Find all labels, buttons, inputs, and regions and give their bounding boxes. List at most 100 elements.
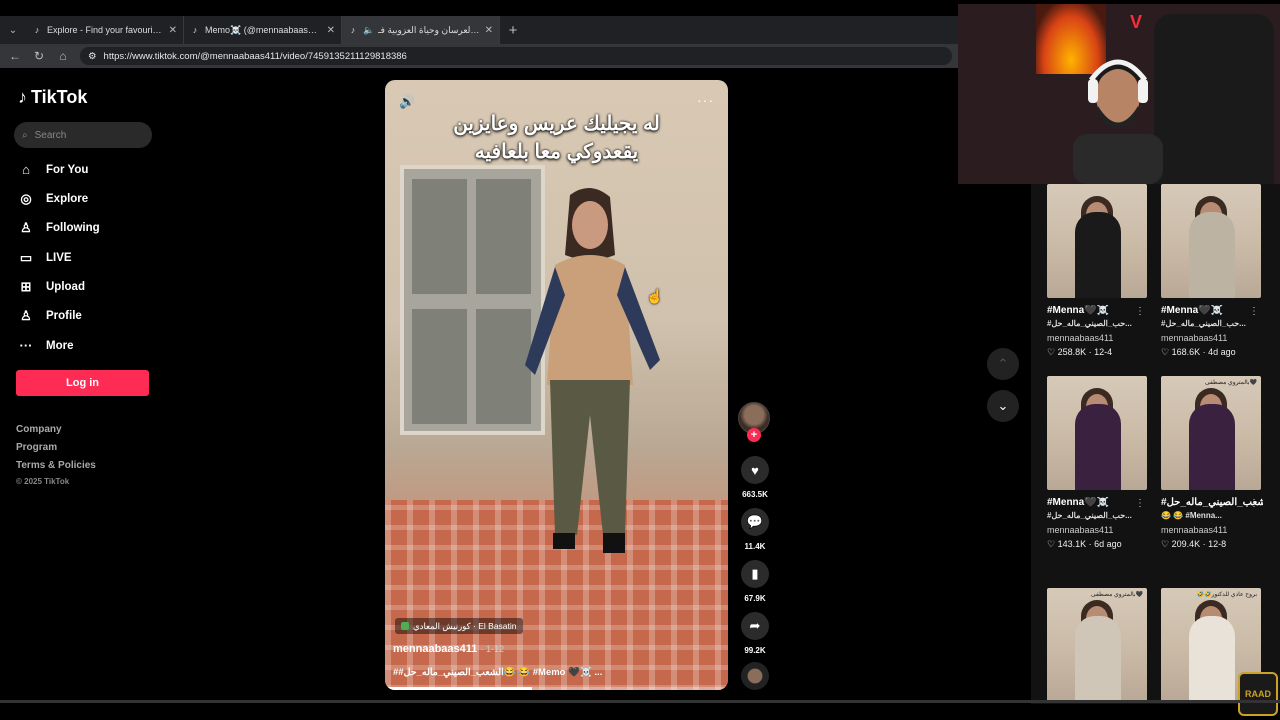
music-disc-icon bbox=[741, 662, 769, 690]
browser-tab-explore[interactable]: ♪ Explore - Find your favourite video ✕ bbox=[26, 16, 184, 44]
url-text: https://www.tiktok.com/@mennaabaas411/vi… bbox=[103, 50, 407, 62]
nav-label: For You bbox=[46, 163, 89, 176]
login-button[interactable]: Log in bbox=[16, 370, 149, 396]
nav-more[interactable]: ··· More bbox=[18, 338, 74, 353]
card-date: 4d ago bbox=[1208, 347, 1236, 357]
card-more-icon[interactable]: ⋮ bbox=[1135, 306, 1145, 317]
tab-title: Memo☠️ (@mennaabaas411) bbox=[205, 24, 322, 35]
card-author[interactable]: mennaabaas411 bbox=[1047, 525, 1149, 535]
video-thumbnail[interactable]: 🖤بالمتروي مصطفى bbox=[1161, 376, 1261, 490]
home-icon[interactable]: ⌂ bbox=[56, 49, 70, 63]
nav-label: More bbox=[46, 339, 74, 352]
video-thumbnail[interactable]: 🖤بالمتروي مصطفى bbox=[1047, 588, 1147, 702]
nav-explore[interactable]: ◎ Explore bbox=[18, 191, 88, 207]
card-subtitle: 😂 😂 #Menna... bbox=[1161, 511, 1222, 520]
progress-fill bbox=[385, 687, 533, 690]
speaker-icon[interactable]: 🔈 bbox=[363, 25, 374, 35]
card-likes: 168.6K bbox=[1171, 347, 1201, 357]
volume-icon[interactable]: 🔊 bbox=[399, 94, 415, 110]
footer-company-link[interactable]: Company bbox=[16, 424, 62, 435]
card-author[interactable]: mennaabaas411 bbox=[1047, 333, 1149, 343]
thumbnail-text: 🖤بالمتروي مصطفى bbox=[1204, 380, 1257, 386]
video-caption: له يجيليك عريس وعايزين يقعدوكي معا بلعاف… bbox=[453, 113, 660, 163]
card-title: #Menna🖤☠️ bbox=[1161, 305, 1224, 316]
close-icon[interactable]: ✕ bbox=[327, 25, 335, 36]
sidebar: ♪ TikTok ⌕ Search ⌂ For You ◎ Explore ♙ Fol… bbox=[0, 68, 170, 708]
follow-plus-icon[interactable]: + bbox=[747, 428, 761, 442]
nav-for-you[interactable]: ⌂ For You bbox=[18, 162, 88, 177]
related-video-card[interactable]: ⋮ #Menna🖤☠️ #حب_الصيني_ماله_حل... mennaabaa… bbox=[1161, 184, 1263, 358]
tiktok-icon: ♪ bbox=[192, 25, 198, 35]
location-pin-icon bbox=[401, 622, 409, 630]
video-person bbox=[525, 187, 660, 553]
search-placeholder: Search bbox=[34, 129, 67, 141]
comment-button[interactable]: 💬 11.4K bbox=[738, 508, 772, 551]
video-progress-bar[interactable] bbox=[385, 687, 728, 690]
video-thumbnail[interactable] bbox=[1047, 376, 1147, 490]
close-icon[interactable]: ✕ bbox=[169, 25, 177, 36]
card-title: #Menna🖤☠️ bbox=[1047, 497, 1110, 508]
card-subtitle: #حب_الصيني_ماله_حل... bbox=[1047, 511, 1132, 520]
nav-profile[interactable]: ♙ Profile bbox=[18, 308, 82, 324]
music-disc[interactable] bbox=[738, 662, 772, 690]
footer-terms-link[interactable]: Terms & Policies bbox=[16, 460, 96, 471]
back-icon[interactable]: ← bbox=[8, 49, 22, 63]
card-more-icon[interactable]: ⋮ bbox=[1249, 306, 1259, 317]
card-date: 12-8 bbox=[1208, 539, 1227, 549]
close-icon[interactable]: ✕ bbox=[485, 25, 493, 36]
location-tag[interactable]: كورنيش المعادي · El Basatin bbox=[395, 618, 523, 634]
video-thumbnail[interactable] bbox=[1161, 184, 1261, 298]
card-author[interactable]: mennaabaas411 bbox=[1161, 525, 1263, 535]
card-more-icon[interactable]: ⋮ bbox=[1135, 498, 1145, 509]
streamer-image bbox=[1073, 59, 1163, 184]
tiktok-icon: ♪ bbox=[350, 25, 356, 35]
related-video-card[interactable]: 🖤بالمتروي مصطفى bbox=[1047, 588, 1149, 702]
separator: · bbox=[1086, 539, 1095, 549]
browser-tab-profile[interactable]: ♪ Memo☠️ (@mennaabaas411) ✕ bbox=[184, 16, 342, 44]
url-field[interactable]: ⚙ https://www.tiktok.com/@mennaabaas411/… bbox=[80, 47, 952, 65]
nav-upload[interactable]: ⊞ Upload bbox=[18, 279, 85, 295]
logo-text: TikTok bbox=[31, 87, 88, 107]
separator: · bbox=[1086, 347, 1095, 357]
video-description[interactable]: ##الشعب_الصيني_ماله_حل😂 😂 #Memo 🖤☠️ ... bbox=[393, 667, 602, 678]
nav-label: Explore bbox=[46, 193, 89, 205]
video-thumbnail[interactable] bbox=[1047, 184, 1147, 298]
card-title: #Menna🖤☠️ bbox=[1047, 305, 1110, 316]
nav-label: Following bbox=[46, 222, 100, 234]
action-bar: + ♥ 663.5K 💬 11.4K ▮ 67.9K ➦ 99.2K bbox=[738, 402, 772, 690]
new-tab-button[interactable]: + bbox=[500, 22, 526, 39]
tab-search-icon[interactable]: ⌄ bbox=[0, 16, 26, 44]
browser-tab-video[interactable]: ♪ 🔈 صحة العرسان وحياة العزوبية فـ ✕ bbox=[342, 16, 500, 44]
search-icon: ⌕ bbox=[22, 129, 28, 141]
home-icon: ⌂ bbox=[22, 162, 30, 177]
next-video-button[interactable]: ⌄ bbox=[987, 390, 1019, 422]
mouse-cursor-icon: ☝ bbox=[646, 288, 664, 304]
reload-icon[interactable]: ↻ bbox=[32, 49, 46, 63]
tiktok-logo[interactable]: ♪ TikTok bbox=[18, 87, 87, 108]
search-input[interactable]: ⌕ Search bbox=[14, 122, 152, 148]
site-info-icon[interactable]: ⚙ bbox=[88, 51, 97, 62]
footer-program-link[interactable]: Program bbox=[16, 442, 57, 453]
streamer-watermark: RAAD bbox=[1238, 672, 1278, 716]
more-options-icon[interactable]: ··· bbox=[697, 92, 714, 108]
save-button[interactable]: ▮ 67.9K bbox=[738, 560, 772, 603]
nav-live[interactable]: ▭ LIVE bbox=[18, 250, 72, 266]
like-button[interactable]: ♥ 663.5K bbox=[738, 456, 772, 499]
related-video-card[interactable]: 🖤بالمتروي مصطفى ⋮ #الشعب_الصيني_ماله_حل 😂 😂… bbox=[1161, 376, 1263, 550]
nav-following[interactable]: ♙ Following bbox=[18, 220, 100, 236]
card-author[interactable]: mennaabaas411 bbox=[1161, 333, 1263, 343]
share-count: 99.2K bbox=[744, 646, 766, 655]
video-author[interactable]: mennaabaas411 · 1-12 bbox=[393, 643, 504, 655]
heart-outline-icon: ♡ bbox=[1161, 347, 1172, 357]
address-bar: ← ↻ ⌂ ⚙ https://www.tiktok.com/@mennaaba… bbox=[0, 44, 958, 68]
previous-video-button[interactable]: ⌃ bbox=[987, 348, 1019, 380]
related-video-card[interactable]: ⋮ #Menna🖤☠️ #حب_الصيني_ماله_حل... mennaabaa… bbox=[1047, 184, 1149, 358]
tab-title: صحة العرسان وحياة العزوبية فـ bbox=[378, 24, 480, 35]
video-player[interactable]: له يجيليك عريس وعايزين يقعدوكي معا بلعاف… bbox=[385, 80, 728, 690]
heart-outline-icon: ♡ bbox=[1047, 539, 1058, 549]
card-more-icon[interactable]: ⋮ bbox=[1249, 498, 1259, 509]
chevron-down-icon: ⌄ bbox=[997, 398, 1009, 413]
comment-icon: 💬 bbox=[741, 508, 769, 536]
related-video-card[interactable]: ⋮ #Menna🖤☠️ #حب_الصيني_ماله_حل... mennaabaa… bbox=[1047, 376, 1149, 550]
share-button[interactable]: ➦ 99.2K bbox=[738, 612, 772, 655]
